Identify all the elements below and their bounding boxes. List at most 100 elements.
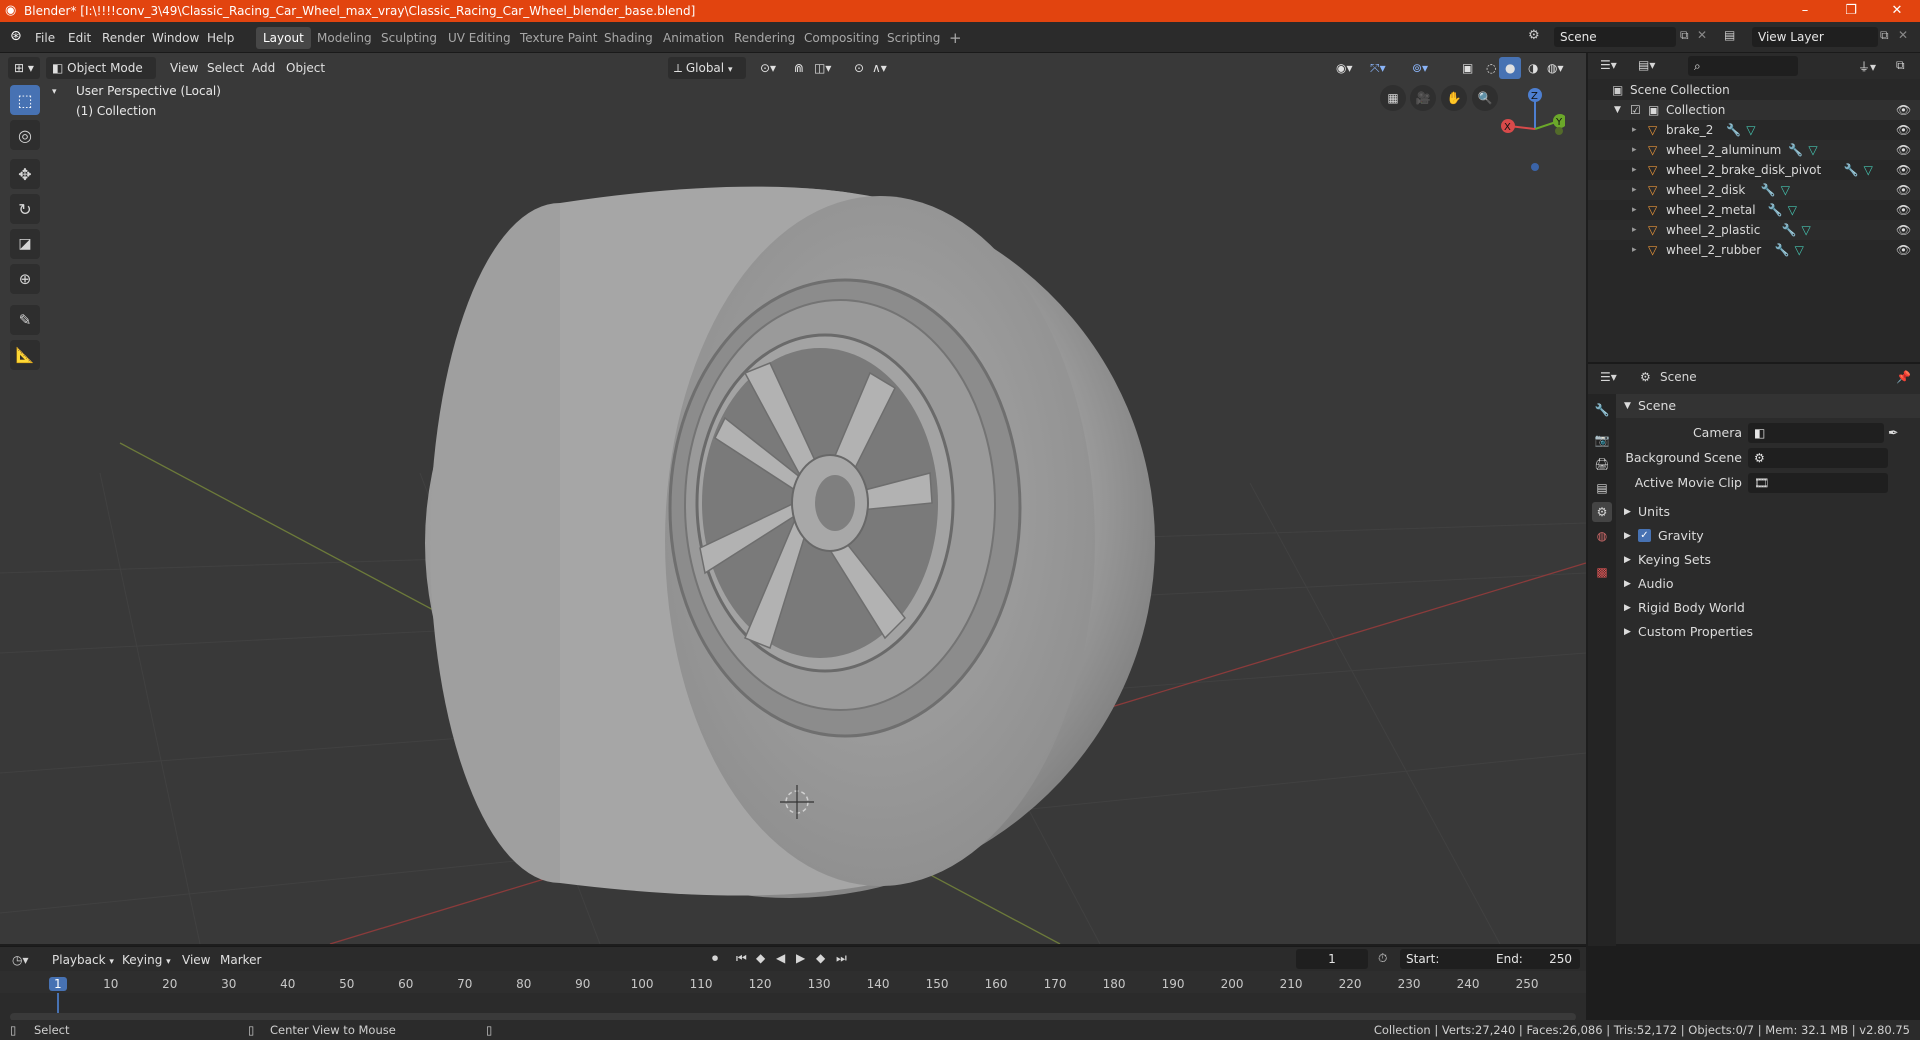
overlays-toggle[interactable]: ⊚▾ bbox=[1406, 57, 1434, 79]
outliner-item-wheel-2-aluminum[interactable]: ▸ ▽ wheel_2_aluminum 🔧 ▽ 👁 bbox=[1588, 140, 1920, 160]
expand-arrow-icon[interactable]: ▸ bbox=[1632, 180, 1637, 200]
camera-field[interactable]: ◧ bbox=[1748, 423, 1884, 443]
modifier-icon[interactable]: 🔧 bbox=[1761, 180, 1776, 200]
outliner-item-wheel-2-rubber[interactable]: ▸ ▽ wheel_2_rubber 🔧 ▽ 👁 bbox=[1588, 240, 1920, 260]
xray-toggle[interactable]: ▣ bbox=[1456, 57, 1479, 79]
remove-view-layer-icon[interactable]: ✕ bbox=[1898, 28, 1908, 42]
eye-icon[interactable]: 👁 bbox=[1896, 100, 1911, 120]
tab-view-layer[interactable]: ▤ bbox=[1592, 478, 1612, 498]
minimize-button[interactable]: – bbox=[1782, 0, 1828, 22]
expand-arrow-icon[interactable]: ▼ bbox=[1614, 100, 1621, 120]
object-mode-dropdown[interactable]: ◧ Object Mode ▾ bbox=[46, 57, 156, 97]
section-gravity[interactable]: ▶ ✓ Gravity bbox=[1616, 524, 1920, 548]
close-button[interactable]: ✕ bbox=[1874, 0, 1920, 22]
expand-arrow-icon[interactable]: ▸ bbox=[1632, 200, 1637, 220]
movie-clip-field[interactable]: 🎞 bbox=[1748, 473, 1888, 493]
outliner-item-wheel-2-brake-disk-pivot[interactable]: ▸ ▽ wheel_2_brake_disk_pivot 🔧 ▽ 👁 bbox=[1588, 160, 1920, 180]
eye-icon[interactable]: 👁 bbox=[1896, 220, 1911, 240]
section-custom-properties[interactable]: ▶ Custom Properties bbox=[1616, 620, 1920, 644]
menu-window[interactable]: Window bbox=[145, 28, 206, 48]
outliner-search-input[interactable]: ⌕ bbox=[1688, 56, 1798, 76]
move-tool[interactable]: ✥ bbox=[10, 159, 40, 189]
tab-sculpting[interactable]: Sculpting bbox=[374, 27, 444, 49]
measure-tool[interactable]: 📐 bbox=[10, 340, 40, 370]
maximize-button[interactable]: ❐ bbox=[1828, 0, 1874, 22]
menu-edit[interactable]: Edit bbox=[61, 28, 98, 48]
snap-toggle[interactable]: ⋒ bbox=[788, 57, 810, 79]
modifier-icon[interactable]: 🔧 bbox=[1782, 220, 1797, 240]
prev-keyframe-icon[interactable]: ◆ bbox=[756, 951, 765, 965]
tab-uv-editing[interactable]: UV Editing bbox=[441, 27, 518, 49]
section-keying-sets[interactable]: ▶ Keying Sets bbox=[1616, 548, 1920, 572]
solid-shading-button[interactable]: ● bbox=[1499, 57, 1522, 79]
mesh-data-icon[interactable]: ▽ bbox=[1781, 180, 1790, 200]
section-rigid-body-world[interactable]: ▶ Rigid Body World bbox=[1616, 596, 1920, 620]
navigation-gizmo[interactable]: Z Y X bbox=[1495, 81, 1565, 171]
modifier-icon[interactable]: 🔧 bbox=[1844, 160, 1859, 180]
rendered-shading-button[interactable]: ◍▾ bbox=[1541, 57, 1570, 79]
expand-arrow-icon[interactable]: ▸ bbox=[1632, 160, 1637, 180]
transform-tool[interactable]: ⊕ bbox=[10, 264, 40, 294]
new-view-layer-icon[interactable]: ⧉ bbox=[1880, 28, 1889, 43]
new-scene-icon[interactable]: ⧉ bbox=[1680, 28, 1689, 43]
modifier-icon[interactable]: 🔧 bbox=[1788, 140, 1803, 160]
expand-arrow-icon[interactable]: ▸ bbox=[1632, 140, 1637, 160]
expand-arrow-icon[interactable]: ▸ bbox=[1632, 220, 1637, 240]
tab-compositing[interactable]: Compositing bbox=[797, 27, 886, 49]
gravity-checkbox[interactable]: ✓ bbox=[1638, 529, 1651, 542]
visibility-button[interactable]: ◉▾ bbox=[1330, 57, 1359, 79]
section-audio[interactable]: ▶ Audio bbox=[1616, 572, 1920, 596]
wheel-model[interactable] bbox=[425, 186, 1155, 898]
pin-icon[interactable]: 📌 bbox=[1896, 370, 1911, 384]
mesh-data-icon[interactable]: ▽ bbox=[1864, 160, 1873, 180]
tab-tool[interactable]: 🔧 bbox=[1592, 400, 1612, 420]
transform-orientation-dropdown[interactable]: ⟂ Global ▾ bbox=[668, 57, 746, 79]
falloff-button[interactable]: ∧▾ bbox=[866, 57, 893, 79]
tab-shading[interactable]: Shading bbox=[597, 27, 660, 49]
modifier-icon[interactable]: 🔧 bbox=[1775, 240, 1790, 260]
pivot-point-button[interactable]: ⊙▾ bbox=[754, 57, 782, 79]
tab-rendering[interactable]: Rendering bbox=[727, 27, 802, 49]
filter-icon[interactable]: ⏚▾ bbox=[1858, 58, 1876, 75]
tab-layout[interactable]: Layout bbox=[256, 27, 311, 49]
mesh-data-icon[interactable]: ▽ bbox=[1808, 140, 1817, 160]
tab-scene[interactable]: ⚙ bbox=[1592, 502, 1612, 522]
scale-tool[interactable]: ◪ bbox=[10, 229, 40, 259]
tab-world[interactable]: ◍ bbox=[1592, 526, 1612, 546]
current-frame-marker[interactable]: 1 bbox=[49, 977, 67, 991]
section-units[interactable]: ▶ Units bbox=[1616, 500, 1920, 524]
tab-output[interactable]: 🖨 bbox=[1592, 454, 1612, 474]
properties-editor-icon[interactable]: ☰▾ bbox=[1600, 370, 1617, 384]
modifier-icon[interactable]: 🔧 bbox=[1768, 200, 1783, 220]
menu-help[interactable]: Help bbox=[200, 28, 241, 48]
blender-menu-icon[interactable]: ⊛ bbox=[10, 28, 22, 44]
eyedropper-icon[interactable]: ✒ bbox=[1888, 421, 1898, 445]
eye-icon[interactable]: 👁 bbox=[1896, 180, 1911, 200]
scene-icon[interactable]: ⚙ bbox=[1528, 28, 1540, 43]
eye-icon[interactable]: 👁 bbox=[1896, 200, 1911, 220]
current-frame-field[interactable]: 1 bbox=[1296, 949, 1368, 969]
pan-view-button[interactable]: ✋ bbox=[1441, 85, 1467, 111]
menu-render[interactable]: Render bbox=[95, 28, 152, 48]
outliner-item-brake-2[interactable]: ▸ ▽ brake_2 🔧 ▽ 👁 bbox=[1588, 120, 1920, 140]
outliner-row-collection[interactable]: ▼ ☑ ▣ Collection 👁 bbox=[1588, 100, 1920, 120]
gizmo-toggle[interactable]: ⤧▾ bbox=[1364, 57, 1392, 79]
timeline-editor-icon[interactable]: ◷▾ bbox=[12, 953, 29, 967]
rotate-tool[interactable]: ↻ bbox=[10, 194, 40, 224]
tab-scripting[interactable]: Scripting bbox=[880, 27, 947, 49]
menu-timeline-view[interactable]: View bbox=[176, 949, 216, 971]
view-layer-field[interactable]: View Layer bbox=[1752, 27, 1878, 47]
modifier-icon[interactable]: 🔧 bbox=[1726, 120, 1741, 140]
view-layer-icon[interactable]: ▤ bbox=[1724, 28, 1735, 42]
outliner-item-wheel-2-disk[interactable]: ▸ ▽ wheel_2_disk 🔧 ▽ 👁 bbox=[1588, 180, 1920, 200]
eye-icon[interactable]: 👁 bbox=[1896, 160, 1911, 180]
eye-icon[interactable]: 👁 bbox=[1896, 140, 1911, 160]
toggle-grid-button[interactable]: ▦ bbox=[1380, 85, 1406, 111]
tab-animation[interactable]: Animation bbox=[656, 27, 731, 49]
annotate-tool[interactable]: ✎ bbox=[10, 305, 40, 335]
menu-marker[interactable]: Marker bbox=[214, 949, 267, 971]
tab-texture[interactable]: ▩ bbox=[1592, 562, 1612, 582]
menu-select[interactable]: Select bbox=[201, 57, 250, 79]
menu-file[interactable]: File bbox=[28, 28, 62, 48]
mesh-data-icon[interactable]: ▽ bbox=[1788, 200, 1797, 220]
